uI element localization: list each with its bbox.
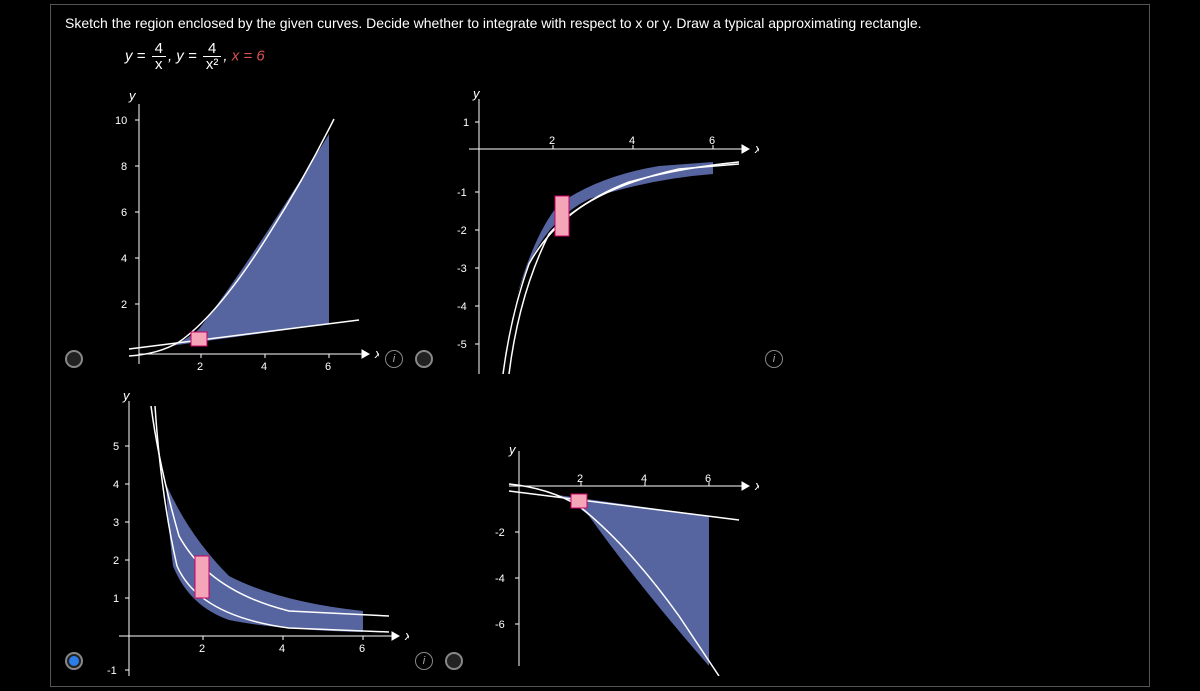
p4-xt-2: 2 (577, 473, 583, 485)
p3-yt-3: 3 (113, 517, 119, 529)
eq-y1: y = (125, 47, 145, 64)
eq-y2: y = (176, 47, 196, 64)
p2-yt-1: 1 (463, 117, 469, 129)
radio-4[interactable] (445, 652, 463, 670)
p1-xt-2: 2 (197, 361, 203, 373)
p2-ylabel: y (472, 86, 481, 101)
p1-xt-4: 4 (261, 361, 267, 373)
plot-4-svg: y x -2 -4 -6 2 4 6 (469, 446, 759, 676)
den2: x² (203, 57, 222, 72)
p4-yt-n6: -6 (495, 619, 505, 631)
plot-2-svg: y x 1 -1 -2 -3 -4 -5 (439, 84, 759, 374)
p4-ylabel: y (508, 446, 517, 457)
p3-yt-2: 2 (113, 555, 119, 567)
equation-display: y = 4 x , y = 4 x² , x = 6 (125, 41, 1135, 72)
p3-yt-1: 1 (113, 593, 119, 605)
info-icon-2[interactable]: i (765, 350, 783, 368)
plot-option-2[interactable]: y x 1 -1 -2 -3 -4 -5 (415, 84, 783, 374)
p2-yt-n3: -3 (457, 263, 467, 275)
info-icon-3[interactable]: i (415, 652, 433, 670)
fraction-2: 4 x² (203, 41, 222, 72)
p1-xlabel: x (374, 346, 379, 361)
p1-yt-6: 6 (121, 207, 127, 219)
p2-xlabel: x (754, 141, 759, 156)
fraction-1: 4 x (152, 41, 166, 72)
p4-xt-6: 6 (705, 473, 711, 485)
num2: 4 (203, 41, 222, 57)
sep2: , (223, 47, 227, 64)
plot-option-4[interactable]: y x -2 -4 -6 2 4 6 (445, 386, 759, 676)
p1-yt-2: 2 (121, 299, 127, 311)
p2-xt-6: 6 (709, 135, 715, 147)
p2-xt-2: 2 (549, 135, 555, 147)
plots-row: 2 4 6 8 10 2 4 6 (65, 84, 1135, 676)
p1-yt-4: 4 (121, 253, 127, 265)
p1-xt-6: 6 (325, 361, 331, 373)
plot-option-1[interactable]: 2 4 6 8 10 2 4 6 (65, 84, 403, 374)
p2-yt-n5: -5 (457, 339, 467, 351)
problem-container: Sketch the region enclosed by the given … (50, 4, 1150, 687)
p3-xlabel: x (404, 628, 409, 643)
p3-yt-5: 5 (113, 441, 119, 453)
p3-ylabel: y (122, 388, 131, 403)
radio-2[interactable] (415, 350, 433, 368)
question-text: Sketch the region enclosed by the given … (65, 15, 1135, 31)
p3-yt-4: 4 (113, 479, 119, 491)
p3-yt-n1: -1 (107, 665, 117, 676)
p1-ylabel: y (128, 88, 137, 103)
p3-xt-2: 2 (199, 643, 205, 655)
p4-xlabel: x (754, 478, 759, 493)
info-icon-1[interactable]: i (385, 350, 403, 368)
p3-xt-6: 6 (359, 643, 365, 655)
eq-x6: x = 6 (232, 47, 265, 64)
den1: x (152, 57, 166, 72)
p1-yt-10: 10 (115, 115, 127, 127)
p2-yt-n1: -1 (457, 187, 467, 199)
p2-yt-n4: -4 (457, 301, 467, 313)
sep1: , (168, 47, 172, 64)
p4-yt-n4: -4 (495, 573, 505, 585)
plot-option-3[interactable]: y x -1 1 2 3 4 5 (65, 386, 433, 676)
num1: 4 (152, 41, 166, 57)
p4-xt-4: 4 (641, 473, 647, 485)
radio-1[interactable] (65, 350, 83, 368)
p2-yt-n2: -2 (457, 225, 467, 237)
radio-3[interactable] (65, 652, 83, 670)
p3-xt-4: 4 (279, 643, 285, 655)
p2-xt-4: 4 (629, 135, 635, 147)
plot-1-svg: 2 4 6 8 10 2 4 6 (89, 84, 379, 374)
plot-3-svg: y x -1 1 2 3 4 5 (89, 386, 409, 676)
p4-yt-n2: -2 (495, 527, 505, 539)
p1-yt-8: 8 (121, 161, 127, 173)
